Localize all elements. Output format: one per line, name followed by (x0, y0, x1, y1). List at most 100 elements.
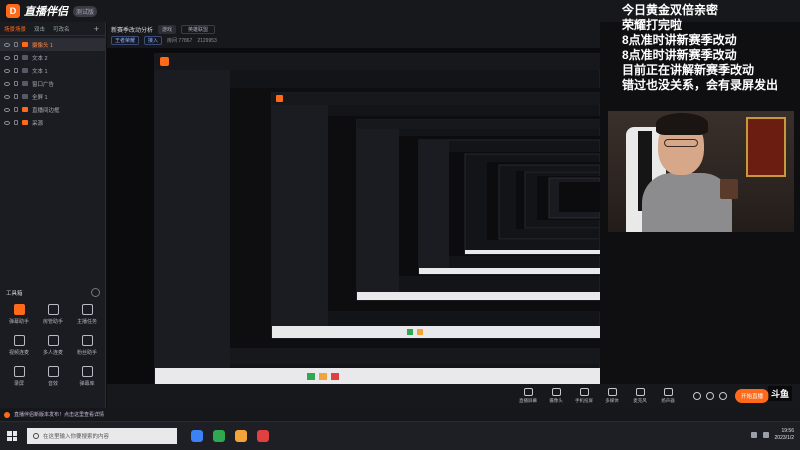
visibility-eye-icon[interactable] (4, 120, 10, 125)
camera-source-icon (22, 42, 28, 47)
toolbox-header: 工具箱 (6, 288, 100, 297)
screen-button[interactable]: 直播屏幕 (517, 388, 539, 404)
version-badge: 测试版 (73, 5, 98, 17)
action-label: 摄像头 (549, 398, 563, 403)
tool-task[interactable]: 主播任务 (70, 304, 104, 325)
go-live-button[interactable]: 开始直播 (735, 389, 770, 403)
announcement-line: 目前正在讲解新赛季改动 (622, 63, 755, 77)
source-row[interactable]: 文本 1 (0, 64, 105, 77)
add-scene-button[interactable]: + (94, 24, 99, 34)
text-source-icon (22, 55, 28, 60)
tab-scene-1[interactable]: 场景场景 (4, 25, 26, 33)
category-chip[interactable]: 游戏 (158, 25, 177, 34)
source-label: 文本 2 (32, 55, 48, 62)
source-row[interactable]: 直播间边框 (0, 103, 105, 116)
stream-title[interactable]: 新赛季改动分析 (111, 25, 153, 34)
window-source-icon (22, 81, 28, 86)
preview-canvas[interactable] (107, 48, 600, 384)
notice-bar[interactable]: 直播伴侣新版本发布！点击这里查看详情 (0, 408, 800, 422)
mug (720, 179, 738, 199)
windows-start-icon[interactable] (7, 431, 17, 441)
announcement-line: 8点准时讲新赛季改动 (622, 33, 737, 47)
streamer-body (642, 173, 732, 232)
douyu-watermark: 斗鱼 (767, 386, 792, 401)
wechat-icon[interactable] (213, 430, 225, 442)
lock-icon[interactable] (14, 107, 18, 112)
visibility-eye-icon[interactable] (4, 55, 10, 60)
admin-icon (47, 304, 59, 315)
lock-icon[interactable] (14, 68, 18, 73)
visibility-eye-icon[interactable] (4, 94, 10, 99)
tool-danmaku[interactable]: 弹幕助手 (2, 304, 36, 325)
visibility-eye-icon[interactable] (4, 81, 10, 86)
app-icon[interactable] (257, 430, 269, 442)
tab-scene-2[interactable]: 双击 (34, 25, 45, 33)
mic-button[interactable]: 麦克风 (629, 388, 651, 404)
streamer-hair (656, 113, 708, 135)
tool-video-link[interactable]: 视频连麦 (2, 335, 36, 356)
phone-cast-icon (579, 388, 589, 396)
camera-button[interactable]: 摄像头 (545, 388, 567, 404)
source-row[interactable]: 摄像头 1 (0, 38, 105, 51)
source-row[interactable]: 采源 (0, 116, 105, 129)
tool-label: 主播任务 (76, 319, 97, 325)
lock-icon[interactable] (14, 81, 18, 86)
lock-icon[interactable] (14, 42, 18, 47)
toolbox-grid: 弹幕助手 房管助手 主播任务 视频连麦 多人连麦 粉丝助手 录屏 音效 弹幕库 (2, 304, 104, 387)
lock-icon[interactable] (14, 55, 18, 60)
collapse-icon[interactable] (91, 288, 100, 297)
edge-browser-icon[interactable] (191, 430, 203, 442)
tool-fans[interactable]: 粉丝助手 (70, 335, 104, 356)
live-companion-icon[interactable] (235, 430, 247, 442)
visibility-eye-icon[interactable] (4, 42, 10, 47)
multi-link-icon (47, 335, 59, 346)
scene-tabs: 场景场景 双击 可改名 + (0, 22, 105, 36)
search-icon (33, 433, 39, 439)
media-button[interactable]: 多媒体 (601, 388, 623, 404)
camera-icon (551, 388, 561, 396)
clock[interactable]: 19:56 2023/1/2 (775, 428, 794, 442)
tool-sound[interactable]: 音效 (36, 366, 70, 387)
source-action-group: 直播屏幕 摄像头 手机投屏 多媒体 麦克风 扬声器 (517, 388, 679, 404)
tool-record[interactable]: 录屏 (2, 366, 36, 387)
tool-label: 弹幕助手 (8, 319, 29, 325)
settings-icon[interactable] (706, 392, 714, 400)
tool-label: 房管助手 (42, 319, 63, 325)
clock-time: 19:56 (781, 428, 794, 434)
tool-multi-link[interactable]: 多人连麦 (36, 335, 70, 356)
source-row[interactable]: 窗口广告 (0, 77, 105, 90)
game-badge: 王者荣耀 (111, 36, 140, 45)
tab-scene-3[interactable]: 可改名 (53, 25, 70, 33)
phone-cast-button[interactable]: 手机投屏 (573, 388, 595, 404)
visibility-eye-icon[interactable] (4, 107, 10, 112)
source-row[interactable]: 文本 2 (0, 51, 105, 64)
windows-taskbar: 斗鱼 直播伴侣新版本发布！点击这里查看详情 在这里输入你要搜索的内容 19:56… (0, 386, 800, 450)
danmaku-icon (13, 304, 25, 315)
share-icon[interactable] (719, 392, 727, 400)
source-list: 摄像头 1 文本 2 文本 1 窗口广告 全屏 1 直播间边框 采源 (0, 36, 105, 129)
lock-icon[interactable] (14, 120, 18, 125)
taskbar-search-input[interactable]: 在这里输入你要搜索的内容 (27, 428, 177, 444)
system-tray: 19:56 2023/1/2 (750, 428, 794, 442)
room-id: 房间 77867 (167, 38, 193, 44)
source-label: 文本 1 (32, 68, 48, 75)
action-label: 扬声器 (661, 398, 675, 403)
visibility-eye-icon[interactable] (4, 68, 10, 73)
connect-badge[interactable]: 接入 (144, 36, 163, 45)
action-label: 麦克风 (633, 398, 647, 403)
search-placeholder: 在这里输入你要搜索的内容 (43, 434, 110, 440)
source-row[interactable]: 全屏 1 (0, 90, 105, 103)
stream-controls (693, 392, 727, 400)
capture-source-icon (22, 120, 28, 125)
action-label: 直播屏幕 (519, 398, 537, 403)
lock-icon[interactable] (14, 94, 18, 99)
screen-icon (523, 388, 533, 396)
tool-library[interactable]: 弹幕库 (70, 366, 104, 387)
tool-label: 录屏 (13, 381, 24, 387)
speaker-button[interactable]: 扬声器 (657, 388, 679, 404)
network-icon[interactable] (750, 432, 757, 438)
record-icon[interactable] (693, 392, 701, 400)
game-select[interactable]: 英雄联盟 (181, 25, 216, 34)
volume-icon[interactable] (762, 432, 769, 438)
tool-admin[interactable]: 房管助手 (36, 304, 70, 325)
